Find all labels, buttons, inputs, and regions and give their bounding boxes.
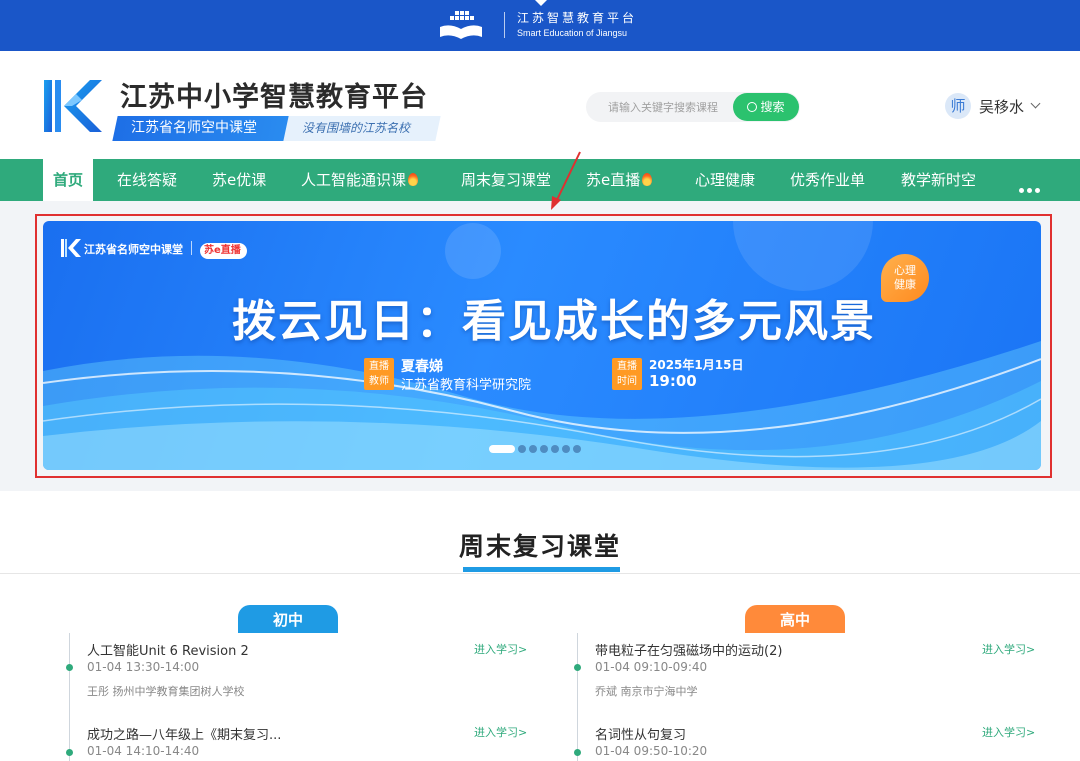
section-divider — [0, 573, 1080, 574]
course-time: 01-04 13:30-14:00 — [87, 660, 200, 674]
tab-junior-high[interactable]: 初中 — [238, 605, 338, 633]
course-title[interactable]: 人工智能Unit 6 Revision 2 — [87, 640, 249, 659]
section-underline — [463, 567, 620, 572]
search-input[interactable] — [586, 92, 734, 122]
course-list-junior: 人工智能Unit 6 Revision 2 进入学习> 01-04 13:30-… — [60, 633, 540, 761]
portal-name-cn: 江苏智慧教育平台 — [517, 11, 638, 25]
chevron-down-icon[interactable] — [1030, 98, 1041, 109]
avatar[interactable]: 师 — [945, 93, 971, 119]
nav-item-mental-health[interactable]: 心理健康 — [695, 159, 755, 201]
annotation-arrow-icon — [551, 151, 581, 210]
course-time: 01-04 14:10-14:40 — [87, 744, 200, 758]
course-list-senior: 带电粒子在匀强磁场中的运动(2) 进入学习> 01-04 09:10-09:40… — [568, 633, 1048, 761]
sub-tag: 江苏省名师空中课堂 — [112, 116, 294, 141]
highlight-frame — [35, 214, 1052, 478]
nav-item-weekend-review[interactable]: 周末复习课堂 — [461, 159, 551, 201]
search-button[interactable]: 搜索 — [733, 93, 799, 121]
course-title[interactable]: 名词性从句复习 — [595, 724, 686, 743]
site-title: 江苏中小学智慧教育平台 — [120, 82, 428, 113]
nav-item-home[interactable]: 首页 — [43, 159, 94, 201]
site-header: 江苏中小学智慧教育平台 江苏省名师空中课堂 没有围墙的江苏名校 搜索 师 吴移水 — [0, 51, 1080, 159]
timeline-node — [66, 749, 73, 756]
nav-item-su-e-live[interactable]: 苏e直播 — [586, 159, 653, 201]
course-title[interactable]: 成功之路—八年级上《期末复习... — [87, 724, 281, 743]
timeline-node — [574, 749, 581, 756]
sub-slogan: 没有围墙的江苏名校 — [283, 116, 441, 141]
tab-senior-high[interactable]: 高中 — [745, 605, 845, 633]
fire-icon — [642, 173, 653, 186]
nav-item-homework[interactable]: 优秀作业单 — [790, 159, 865, 201]
enter-study-link[interactable]: 进入学习> — [474, 641, 527, 657]
portal-book-logo-icon[interactable] — [438, 9, 484, 41]
course-time: 01-04 09:50-10:20 — [595, 744, 708, 758]
more-icon[interactable] — [1019, 178, 1045, 193]
timeline-node — [574, 664, 581, 671]
timeline-line — [577, 633, 578, 761]
fire-icon — [408, 173, 419, 186]
portal-divider — [504, 12, 505, 38]
nav-item-online-qa[interactable]: 在线答疑 — [117, 159, 177, 201]
enter-study-link[interactable]: 进入学习> — [982, 724, 1035, 740]
section-title: 周末复习课堂 — [458, 532, 621, 561]
portal-name-en: Smart Education of Jiangsu — [517, 28, 628, 38]
course-teacher: 王彤 扬州中学教育集团树人学校 — [87, 685, 245, 698]
timeline-line — [69, 633, 70, 761]
timeline-node — [66, 664, 73, 671]
main-nav: 首页 在线答疑 苏e优课 人工智能通识课 周末复习课堂 苏e直播 心理健康 优秀… — [0, 159, 1080, 201]
nav-item-new-space[interactable]: 教学新时空 — [901, 159, 976, 201]
course-time: 01-04 09:10-09:40 — [595, 660, 708, 674]
search-icon — [747, 102, 758, 112]
enter-study-link[interactable]: 进入学习> — [474, 724, 527, 740]
site-k-logo-icon[interactable] — [42, 78, 104, 134]
portal-bar: 江苏智慧教育平台 Smart Education of Jiangsu — [0, 0, 1080, 51]
username[interactable]: 吴移水 — [979, 96, 1024, 117]
nav-item-ai-course[interactable]: 人工智能通识课 — [301, 159, 419, 201]
course-title[interactable]: 带电粒子在匀强磁场中的运动(2) — [595, 640, 782, 659]
course-teacher: 乔斌 南京市宁海中学 — [595, 685, 698, 698]
nav-item-su-e-youke[interactable]: 苏e优课 — [212, 159, 266, 201]
portal-notch — [535, 0, 547, 6]
enter-study-link[interactable]: 进入学习> — [982, 641, 1035, 657]
